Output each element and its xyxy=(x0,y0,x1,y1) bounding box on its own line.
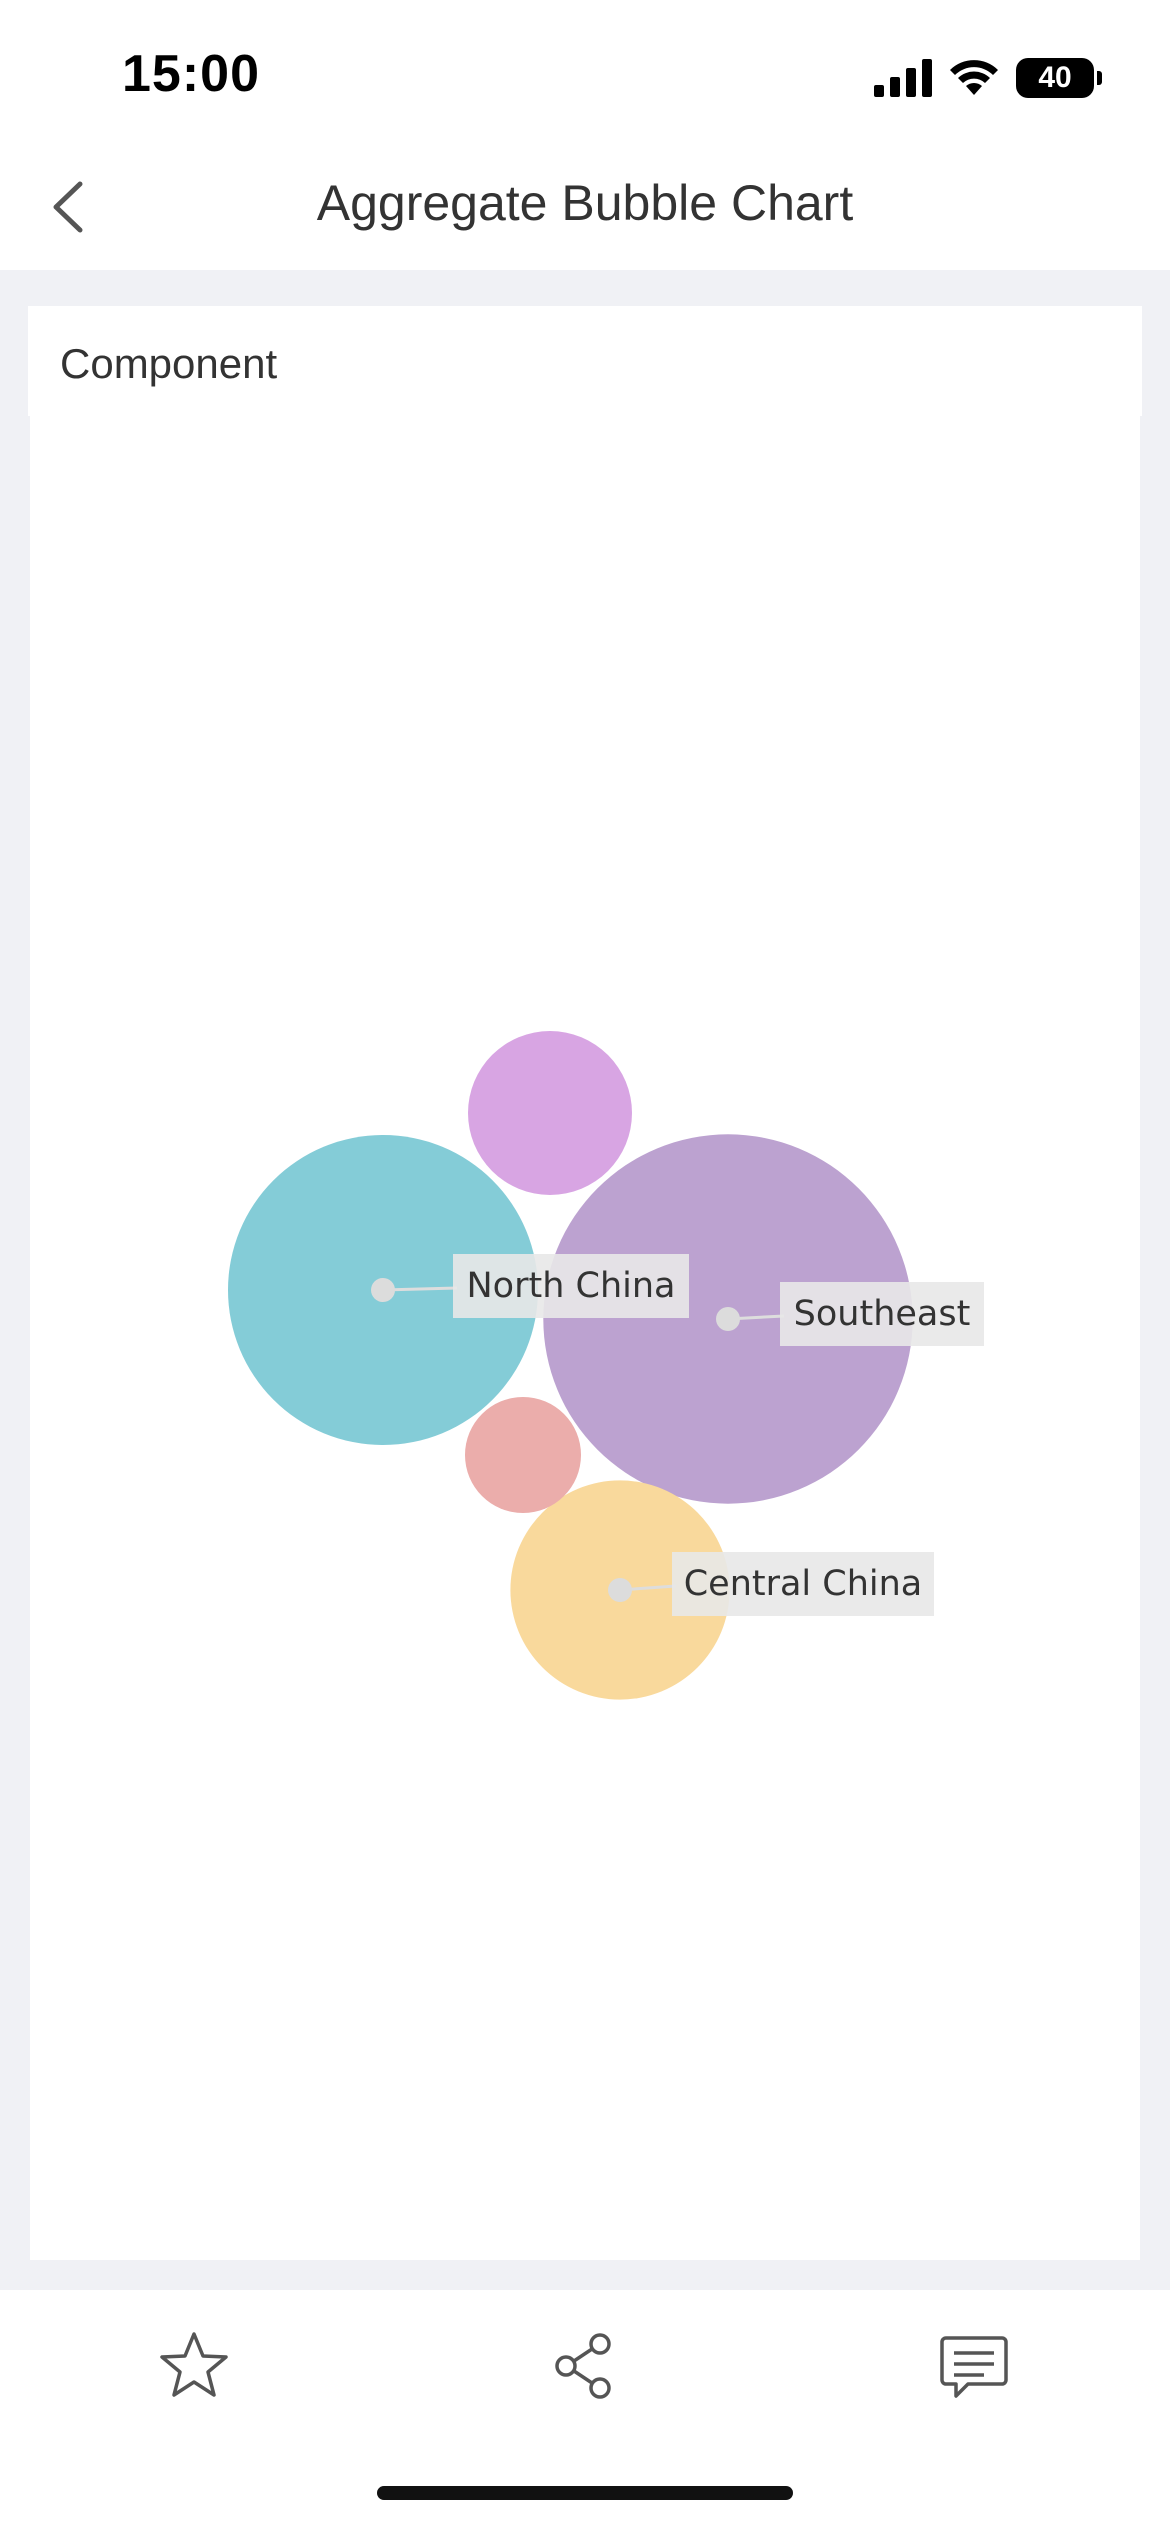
comment-button[interactable] xyxy=(934,2326,1014,2406)
card-header: Component xyxy=(28,306,1142,416)
share-button[interactable] xyxy=(544,2326,624,2406)
chart-card: North China Southeast Central China xyxy=(30,416,1140,2260)
content-area: Component North China Southeast Central Ch… xyxy=(0,270,1170,2290)
bubble-center-dot xyxy=(371,1278,395,1302)
nav-bar: Aggregate Bubble Chart xyxy=(0,150,1170,270)
bubble-label: Southeast xyxy=(794,1294,971,1334)
page-title: Aggregate Bubble Chart xyxy=(316,175,854,231)
status-icons: 40 xyxy=(874,56,1102,100)
card-title: Component xyxy=(60,340,278,387)
bubble-label: Central China xyxy=(684,1564,923,1604)
bubble-label: North China xyxy=(467,1266,676,1306)
signal-icon xyxy=(874,59,932,97)
comment-icon xyxy=(940,2336,1008,2398)
bubble[interactable] xyxy=(465,1397,581,1513)
wifi-icon xyxy=(950,60,998,95)
home-indicator xyxy=(377,2486,793,2500)
bubble-chart: North China Southeast Central China xyxy=(228,1031,984,1700)
status-time: 15:00 xyxy=(122,45,260,103)
star-icon xyxy=(160,2332,228,2397)
share-icon xyxy=(555,2333,611,2399)
battery-icon: 40 xyxy=(1016,58,1102,98)
battery-level: 40 xyxy=(1038,61,1072,94)
favorite-button[interactable] xyxy=(154,2326,234,2406)
bubble-center-dot xyxy=(608,1578,632,1602)
bubble-center-dot xyxy=(716,1307,740,1331)
status-bar: 15:00 40 xyxy=(0,0,1170,150)
bubble[interactable] xyxy=(468,1031,632,1195)
